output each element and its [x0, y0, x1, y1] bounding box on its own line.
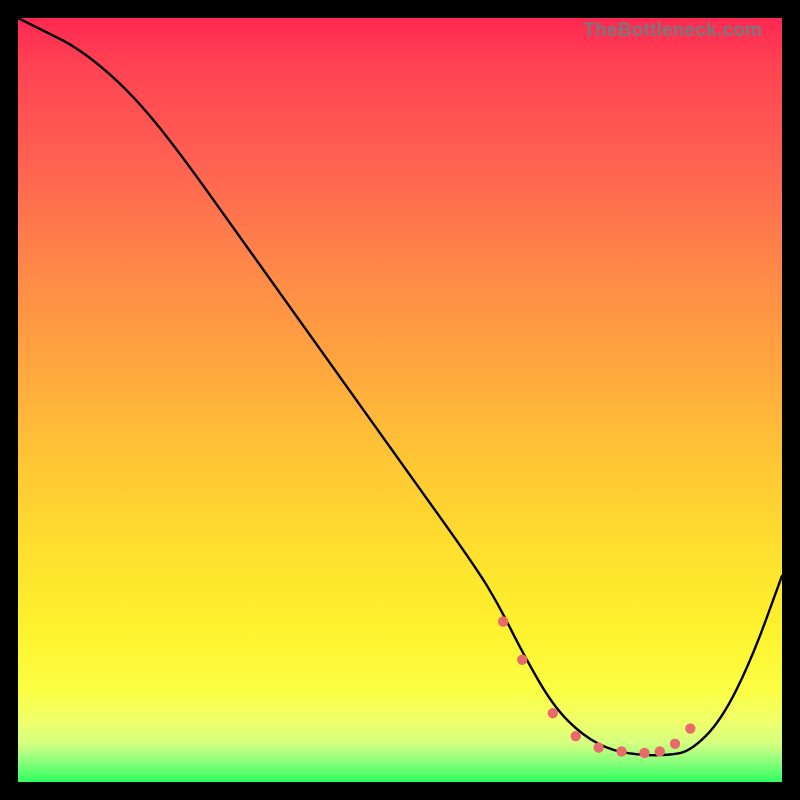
chart-container: TheBottleneck.com — [0, 0, 800, 800]
marker-dot — [616, 746, 626, 756]
marker-dot — [593, 742, 603, 752]
bottleneck-curve — [18, 18, 782, 755]
marker-group — [498, 616, 696, 758]
marker-dot — [685, 723, 695, 733]
marker-dot — [548, 708, 558, 718]
marker-dot — [670, 739, 680, 749]
marker-dot — [498, 616, 508, 626]
marker-dot — [571, 731, 581, 741]
marker-dot — [655, 746, 665, 756]
marker-dot — [517, 655, 527, 665]
curve-layer — [18, 18, 782, 782]
marker-dot — [639, 748, 649, 758]
plot-area: TheBottleneck.com — [18, 18, 782, 782]
